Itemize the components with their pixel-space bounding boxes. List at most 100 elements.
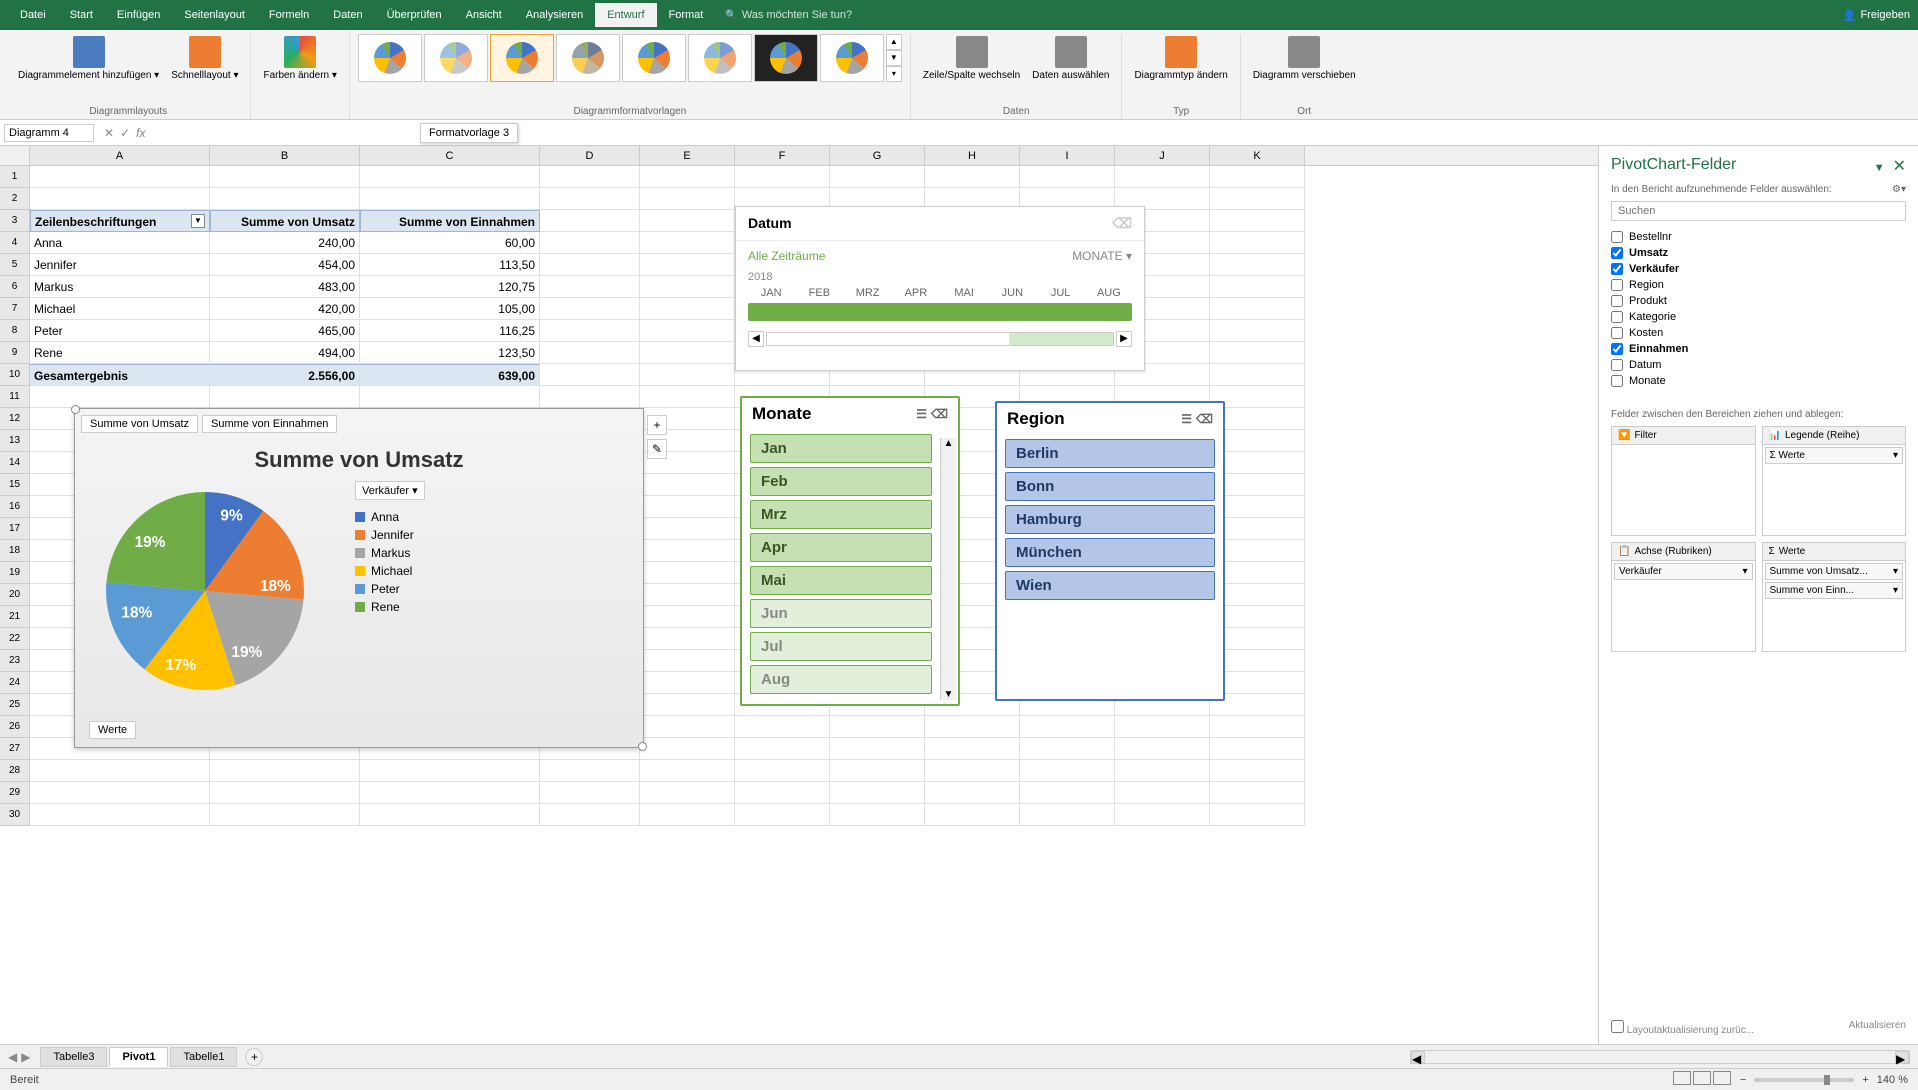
- worksheet[interactable]: A B C D E F G H I J K 123Zeilenbeschrift…: [0, 146, 1598, 1044]
- cell[interactable]: [210, 166, 360, 188]
- timeline-datum[interactable]: Datum⌫ Alle ZeiträumeMONATE ▾ 2018 JANFE…: [735, 206, 1145, 371]
- cell[interactable]: [830, 782, 925, 804]
- change-colors-button[interactable]: Farben ändern ▾: [259, 34, 340, 84]
- col-header-c[interactable]: C: [360, 146, 540, 165]
- update-button[interactable]: Aktualisieren: [1849, 1020, 1906, 1036]
- tab-analysieren[interactable]: Analysieren: [514, 3, 595, 27]
- cell[interactable]: 420,00: [210, 298, 360, 320]
- cell[interactable]: [30, 782, 210, 804]
- cell[interactable]: 639,00: [360, 364, 540, 386]
- cell[interactable]: [210, 804, 360, 826]
- cell[interactable]: [1020, 738, 1115, 760]
- sheet-tab-pivot1[interactable]: Pivot1: [109, 1047, 168, 1067]
- cell[interactable]: [360, 188, 540, 210]
- cell[interactable]: [1210, 298, 1305, 320]
- cell[interactable]: [640, 210, 735, 232]
- row-header[interactable]: 27: [0, 738, 30, 760]
- cell[interactable]: [1210, 232, 1305, 254]
- legend-item[interactable]: Michael: [355, 564, 425, 578]
- cell[interactable]: [640, 254, 735, 276]
- cell[interactable]: [30, 166, 210, 188]
- cell[interactable]: [540, 760, 640, 782]
- timeline-month[interactable]: AUG: [1086, 287, 1132, 299]
- slicer-item[interactable]: Jul: [750, 632, 932, 661]
- legend-item[interactable]: Jennifer: [355, 528, 425, 542]
- col-header-g[interactable]: G: [830, 146, 925, 165]
- cell[interactable]: [640, 320, 735, 342]
- row-header[interactable]: 25: [0, 694, 30, 716]
- row-header[interactable]: 2: [0, 188, 30, 210]
- area-pill-verkaeufer[interactable]: Verkäufer▾: [1614, 563, 1753, 580]
- gallery-more[interactable]: ▲▼▾: [886, 34, 902, 82]
- quick-layout-button[interactable]: Schnelllayout ▾: [167, 34, 242, 84]
- area-filter[interactable]: 🔽 Filter: [1611, 426, 1756, 536]
- slicer-item[interactable]: Bonn: [1005, 472, 1215, 501]
- cell[interactable]: [30, 386, 210, 408]
- row-header[interactable]: 4: [0, 232, 30, 254]
- row-header[interactable]: 1: [0, 166, 30, 188]
- timeline-month[interactable]: FEB: [796, 287, 842, 299]
- tab-daten[interactable]: Daten: [321, 3, 374, 27]
- cell[interactable]: [640, 298, 735, 320]
- row-header[interactable]: 28: [0, 760, 30, 782]
- cell[interactable]: [360, 782, 540, 804]
- cell[interactable]: Gesamtergebnis: [30, 364, 210, 386]
- cell[interactable]: [830, 804, 925, 826]
- cell[interactable]: [540, 782, 640, 804]
- col-header-f[interactable]: F: [735, 146, 830, 165]
- row-header[interactable]: 7: [0, 298, 30, 320]
- switch-row-col-button[interactable]: Zeile/Spalte wechseln: [919, 34, 1024, 84]
- cell[interactable]: [360, 804, 540, 826]
- slicer-multiselect-icon[interactable]: ☰: [1181, 412, 1192, 426]
- cell[interactable]: [1020, 716, 1115, 738]
- slicer-clear-icon[interactable]: ⌫: [1196, 412, 1213, 426]
- cell[interactable]: 105,00: [360, 298, 540, 320]
- slicer-region[interactable]: Region☰⌫ BerlinBonnHamburgMünchenWien: [995, 401, 1225, 701]
- field-checkbox[interactable]: [1611, 375, 1623, 387]
- cell[interactable]: [1115, 166, 1210, 188]
- cell[interactable]: 2.556,00: [210, 364, 360, 386]
- cell[interactable]: [540, 386, 640, 408]
- slicer-monate[interactable]: Monate☰⌫ JanFebMrzAprMaiJunJulAug ▲▼: [740, 396, 960, 706]
- slicer-item[interactable]: Jan: [750, 434, 932, 463]
- fields-search-input[interactable]: [1611, 201, 1906, 221]
- cell[interactable]: [1210, 804, 1305, 826]
- cell[interactable]: [640, 606, 735, 628]
- cell[interactable]: [540, 364, 640, 386]
- cell[interactable]: [925, 760, 1020, 782]
- slicer-clear-icon[interactable]: ⌫: [931, 407, 948, 421]
- col-header-a[interactable]: A: [30, 146, 210, 165]
- timeline-scroll-right[interactable]: ▶: [1116, 331, 1132, 347]
- cell[interactable]: [640, 694, 735, 716]
- col-header-d[interactable]: D: [540, 146, 640, 165]
- cell[interactable]: [1210, 738, 1305, 760]
- chart-style-8[interactable]: [820, 34, 884, 82]
- cell[interactable]: [210, 188, 360, 210]
- cell[interactable]: [640, 650, 735, 672]
- row-header[interactable]: 22: [0, 628, 30, 650]
- sheet-tab-tabelle3[interactable]: Tabelle3: [40, 1047, 107, 1067]
- defer-layout-checkbox[interactable]: Layoutaktualisierung zurüc...: [1611, 1020, 1754, 1036]
- cell[interactable]: [640, 628, 735, 650]
- cell[interactable]: [1210, 166, 1305, 188]
- tab-datei[interactable]: Datei: [8, 3, 58, 27]
- field-item[interactable]: Einnahmen: [1611, 341, 1906, 357]
- field-checkbox[interactable]: [1611, 311, 1623, 323]
- chart-elements-button[interactable]: +: [647, 415, 667, 435]
- cell[interactable]: 123,50: [360, 342, 540, 364]
- slicer-item[interactable]: Jun: [750, 599, 932, 628]
- cell[interactable]: [640, 804, 735, 826]
- tab-seitenlayout[interactable]: Seitenlayout: [172, 3, 257, 27]
- cell[interactable]: 494,00: [210, 342, 360, 364]
- fields-close-icon[interactable]: ✕: [1893, 158, 1906, 175]
- cell[interactable]: [640, 276, 735, 298]
- cell[interactable]: Summe von Umsatz: [210, 210, 360, 232]
- horizontal-scrollbar[interactable]: ◀▶: [1410, 1050, 1910, 1064]
- tab-format[interactable]: Format: [657, 3, 716, 27]
- field-checkbox[interactable]: [1611, 231, 1623, 243]
- cell[interactable]: 116,25: [360, 320, 540, 342]
- legend-item[interactable]: Anna: [355, 510, 425, 524]
- cell[interactable]: [640, 386, 735, 408]
- new-sheet-button[interactable]: +: [245, 1048, 263, 1066]
- area-legend[interactable]: 📊 Legende (Reihe)Σ Werte▾: [1762, 426, 1907, 536]
